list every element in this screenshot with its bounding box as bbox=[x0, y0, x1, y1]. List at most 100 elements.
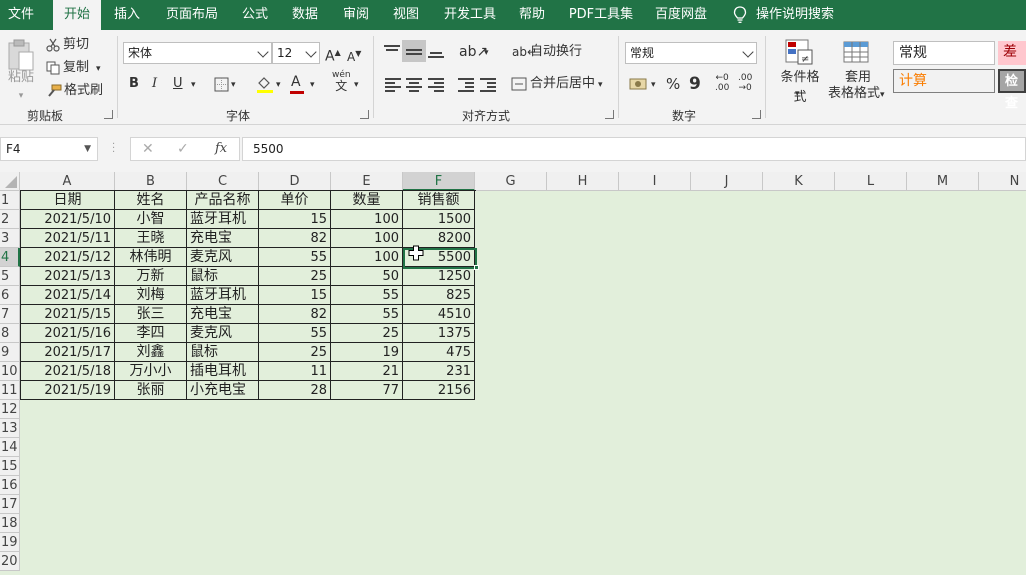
column-header-n[interactable]: N bbox=[979, 172, 1026, 191]
row-header-8[interactable]: 8 bbox=[0, 324, 20, 343]
column-header-l[interactable]: L bbox=[835, 172, 907, 191]
conditional-formatting-button[interactable]: 条件格式 bbox=[775, 68, 825, 108]
table-cell[interactable]: 插电耳机 bbox=[187, 362, 259, 381]
format-as-table-button[interactable]: 表格格式 bbox=[828, 84, 880, 104]
row-header-17[interactable]: 17 bbox=[0, 495, 20, 514]
tab-baidu-netdisk[interactable]: 百度网盘 bbox=[650, 0, 712, 30]
comma-style-button[interactable]: 9 bbox=[689, 74, 701, 94]
phonetic-dropdown-icon[interactable]: ▾ bbox=[354, 75, 359, 95]
merge-center-button[interactable]: 合并后居中 bbox=[530, 74, 595, 94]
table-header-cell[interactable]: 日期 bbox=[20, 191, 115, 210]
copy-button[interactable]: 复制 bbox=[63, 58, 89, 78]
table-cell[interactable]: 万新 bbox=[115, 267, 187, 286]
table-cell[interactable]: 25 bbox=[259, 267, 331, 286]
row-header-9[interactable]: 9 bbox=[0, 343, 20, 362]
table-cell[interactable]: 李四 bbox=[115, 324, 187, 343]
font-color-icon[interactable]: A bbox=[290, 72, 304, 94]
row-header-18[interactable]: 18 bbox=[0, 514, 20, 533]
table-cell[interactable]: 张三 bbox=[115, 305, 187, 324]
align-bottom-icon[interactable] bbox=[428, 44, 444, 58]
name-box[interactable]: F4 ▼ bbox=[0, 137, 98, 161]
accounting-dropdown-icon[interactable]: ▾ bbox=[651, 75, 656, 95]
row-header-20[interactable]: 20 bbox=[0, 552, 20, 571]
table-cell[interactable]: 55 bbox=[259, 248, 331, 267]
table-cell[interactable]: 82 bbox=[259, 229, 331, 248]
column-header-h[interactable]: H bbox=[547, 172, 619, 191]
table-cell[interactable]: 1375 bbox=[403, 324, 475, 343]
font-launcher-icon[interactable] bbox=[360, 110, 369, 119]
wrap-text-button[interactable]: 自动换行 bbox=[530, 42, 582, 62]
table-cell[interactable]: 2021/5/19 bbox=[20, 381, 115, 400]
table-cell[interactable]: 充电宝 bbox=[187, 305, 259, 324]
tab-view[interactable]: 视图 bbox=[385, 0, 427, 30]
row-header-15[interactable]: 15 bbox=[0, 457, 20, 476]
insert-function-icon[interactable]: fx bbox=[215, 141, 227, 156]
table-cell[interactable]: 100 bbox=[331, 229, 403, 248]
alignment-launcher-icon[interactable] bbox=[605, 110, 614, 119]
cell-style-calculation[interactable]: 计算 bbox=[893, 69, 995, 93]
table-cell[interactable]: 82 bbox=[259, 305, 331, 324]
align-left-icon[interactable] bbox=[385, 77, 401, 92]
table-cell[interactable]: 小充电宝 bbox=[187, 381, 259, 400]
tab-file[interactable]: 文件 bbox=[0, 0, 42, 30]
table-cell[interactable]: 麦克风 bbox=[187, 248, 259, 267]
table-cell[interactable]: 475 bbox=[403, 343, 475, 362]
cell-style-check[interactable]: 检查 bbox=[998, 69, 1026, 111]
table-cell[interactable]: 2021/5/17 bbox=[20, 343, 115, 362]
more-options-icon[interactable]: · · · bbox=[112, 140, 115, 158]
cut-button[interactable]: 剪切 bbox=[63, 35, 89, 55]
align-top-icon[interactable] bbox=[384, 44, 400, 58]
increase-font-button[interactable]: A▲ bbox=[325, 43, 341, 67]
fill-handle[interactable] bbox=[474, 265, 479, 270]
decrease-font-button[interactable]: A▼ bbox=[347, 44, 361, 67]
tab-page-layout[interactable]: 页面布局 bbox=[158, 0, 226, 30]
row-header-2[interactable]: 2 bbox=[0, 210, 20, 229]
paste-button[interactable]: 粘贴 bbox=[6, 68, 36, 88]
table-cell[interactable]: 4510 bbox=[403, 305, 475, 324]
select-all-corner[interactable] bbox=[0, 172, 20, 191]
tab-developer[interactable]: 开发工具 bbox=[438, 0, 502, 30]
borders-icon[interactable] bbox=[214, 77, 229, 92]
row-header-7[interactable]: 7 bbox=[0, 305, 20, 324]
table-cell[interactable]: 张丽 bbox=[115, 381, 187, 400]
copy-dropdown-icon[interactable]: ▾ bbox=[96, 59, 101, 79]
row-header-13[interactable]: 13 bbox=[0, 419, 20, 438]
font-name-select[interactable]: 宋体 bbox=[123, 42, 272, 64]
table-cell[interactable]: 2156 bbox=[403, 381, 475, 400]
table-cell[interactable]: 鼠标 bbox=[187, 267, 259, 286]
table-cell[interactable]: 2021/5/13 bbox=[20, 267, 115, 286]
table-cell[interactable]: 2021/5/15 bbox=[20, 305, 115, 324]
table-cell[interactable]: 2021/5/10 bbox=[20, 210, 115, 229]
tab-insert[interactable]: 插入 bbox=[106, 0, 148, 30]
accounting-format-icon[interactable] bbox=[629, 77, 647, 91]
table-cell[interactable]: 麦克风 bbox=[187, 324, 259, 343]
decrease-decimal-icon[interactable]: .00 →0 bbox=[738, 73, 752, 93]
underline-dropdown-icon[interactable]: ▾ bbox=[191, 75, 196, 95]
paste-dropdown-icon[interactable]: ▾ bbox=[14, 86, 28, 106]
enter-icon[interactable]: ✓ bbox=[177, 141, 189, 157]
font-color-dropdown-icon[interactable]: ▾ bbox=[310, 75, 315, 95]
table-cell[interactable]: 鼠标 bbox=[187, 343, 259, 362]
column-header-i[interactable]: I bbox=[619, 172, 691, 191]
number-format-select[interactable]: 常规 bbox=[625, 42, 757, 64]
row-header-14[interactable]: 14 bbox=[0, 438, 20, 457]
table-cell[interactable]: 1250 bbox=[403, 267, 475, 286]
table-cell[interactable]: 100 bbox=[331, 248, 403, 267]
table-cell[interactable]: 55 bbox=[331, 305, 403, 324]
table-cell[interactable]: 刘鑫 bbox=[115, 343, 187, 362]
conditional-dropdown-icon[interactable]: ▾ bbox=[795, 84, 800, 104]
table-cell[interactable]: 825 bbox=[403, 286, 475, 305]
row-header-19[interactable]: 19 bbox=[0, 533, 20, 552]
table-cell[interactable]: 万小小 bbox=[115, 362, 187, 381]
underline-button[interactable]: U bbox=[173, 74, 183, 94]
tab-help[interactable]: 帮助 bbox=[511, 0, 553, 30]
table-cell[interactable]: 25 bbox=[331, 324, 403, 343]
decrease-indent-icon[interactable] bbox=[458, 77, 474, 92]
table-cell[interactable]: 蓝牙耳机 bbox=[187, 286, 259, 305]
phonetic-button[interactable]: wén 文 bbox=[332, 70, 351, 94]
table-header-cell[interactable]: 单价 bbox=[259, 191, 331, 210]
row-header-1[interactable]: 1 bbox=[0, 191, 20, 210]
table-cell[interactable]: 11 bbox=[259, 362, 331, 381]
align-right-icon[interactable] bbox=[428, 77, 444, 92]
tab-review[interactable]: 审阅 bbox=[335, 0, 377, 30]
